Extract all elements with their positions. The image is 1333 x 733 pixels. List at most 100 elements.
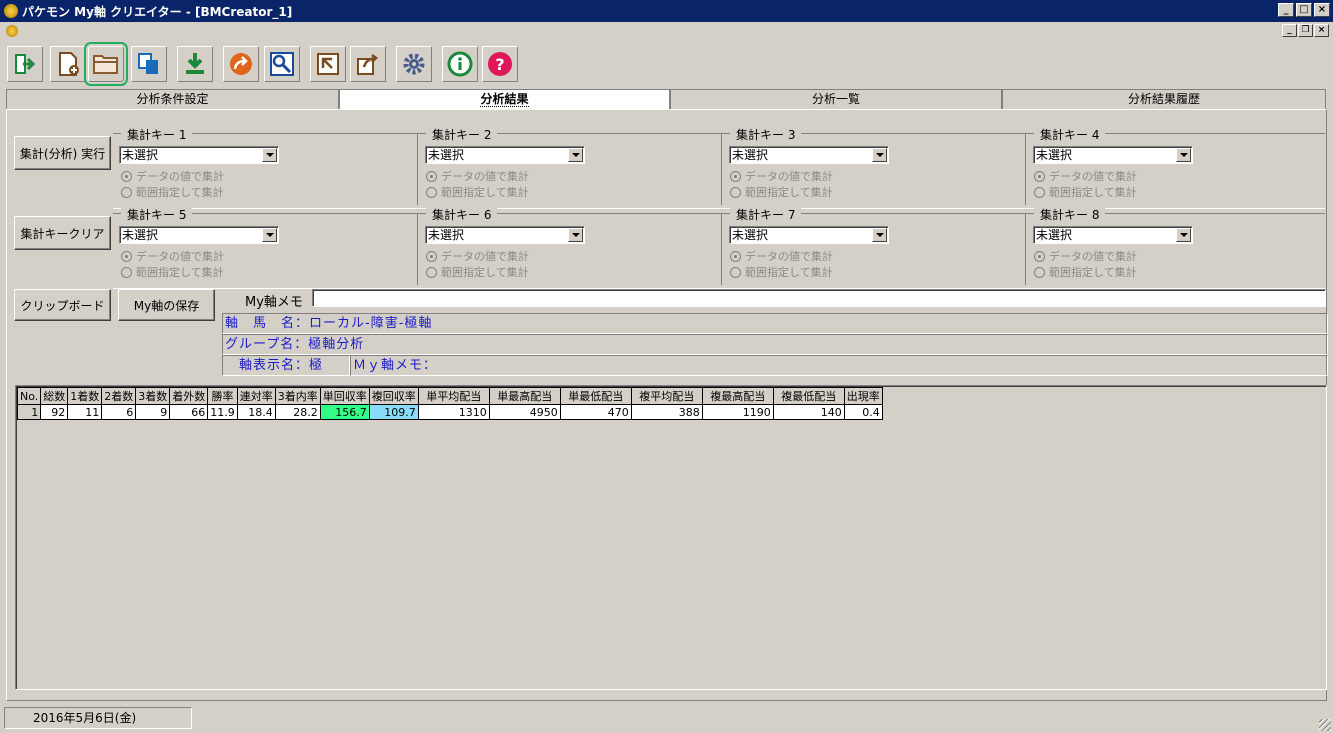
col-header[interactable]: 単最高配当 [488,387,561,405]
key-select-5[interactable]: 未選択 [119,226,279,244]
col-header[interactable]: 複平均配当 [630,387,703,405]
cell-total: 92 [40,404,69,420]
chevron-down-icon[interactable] [262,148,277,162]
chevron-down-icon[interactable] [872,148,887,162]
chevron-down-icon[interactable] [568,148,583,162]
key-select-7[interactable]: 未選択 [729,226,889,244]
child-minimize-button[interactable]: _ [1282,24,1297,37]
table-row[interactable]: 1 92 11 6 9 66 11.9 18.4 28.2 156.7 109.… [16,404,883,420]
col-header[interactable]: 1着数 [67,387,103,405]
run-analysis-button[interactable]: 集計(分析) 実行 [14,136,111,170]
cell-place-avg: 388 [630,404,703,420]
copy-button[interactable] [131,46,167,82]
radio-by-value[interactable]: データの値で集計 [426,248,529,264]
help-button[interactable]: ? [482,46,518,82]
display-name-row: 軸表示名：極 [222,355,350,376]
download-button[interactable] [177,46,213,82]
radio-by-range[interactable]: 範囲指定して集計 [426,184,529,200]
arrow-circle-icon [230,53,252,75]
col-header[interactable]: 2着数 [101,387,137,405]
forward-button[interactable] [223,46,259,82]
mdi-child-icon[interactable] [6,25,18,37]
chevron-down-icon[interactable] [1176,228,1191,242]
key-group-8: 集計キー 8 未選択 データの値で集計 範囲指定して集計 [1025,206,1325,285]
col-header[interactable]: 勝率 [207,387,238,405]
radio-by-value[interactable]: データの値で集計 [730,168,833,184]
col-header[interactable]: 3着数 [135,387,171,405]
clipboard-button[interactable]: クリップボード [14,289,111,321]
settings-button[interactable] [396,46,432,82]
svg-text:?: ? [495,55,504,74]
col-header[interactable]: 3着内率 [274,387,321,405]
chevron-down-icon[interactable] [1176,148,1191,162]
cell-top3-rate: 28.2 [274,404,321,420]
key-select-6[interactable]: 未選択 [425,226,585,244]
close-button[interactable]: × [1314,3,1330,17]
radio-by-range[interactable]: 範囲指定して集計 [426,264,529,280]
key-select-3[interactable]: 未選択 [729,146,889,164]
chevron-down-icon[interactable] [568,228,583,242]
col-header[interactable]: 単回収率 [319,387,370,405]
col-header[interactable]: 総数 [40,387,69,405]
minimize-button[interactable]: _ [1278,3,1294,17]
export-button[interactable] [350,46,386,82]
col-header[interactable]: 連対率 [236,387,276,405]
info-button[interactable] [442,46,478,82]
chevron-down-icon[interactable] [872,228,887,242]
tab-analysis-list[interactable]: 分析一覧 [670,89,1002,109]
col-header[interactable]: 出現率 [843,387,883,405]
export-icon [357,54,378,75]
radio-by-value[interactable]: データの値で集計 [1034,168,1137,184]
radio-by-value[interactable]: データの値で集計 [730,248,833,264]
memo-input[interactable] [312,289,1326,307]
radio-by-value[interactable]: データの値で集計 [121,248,224,264]
col-header[interactable]: 着外数 [169,387,209,405]
exit-button[interactable] [7,46,43,82]
key-title: 集計キー 6 [426,206,498,223]
tab-analysis-results[interactable]: 分析結果 [339,89,670,110]
radio-by-range[interactable]: 範囲指定して集計 [121,264,224,280]
radio-by-range[interactable]: 範囲指定して集計 [730,184,833,200]
open-folder-button[interactable] [84,42,128,86]
radio-dot-icon [121,170,132,182]
radio-by-range[interactable]: 範囲指定して集計 [1034,264,1137,280]
resize-grip-icon[interactable] [1319,719,1331,731]
results-panel: 集計(分析) 実行 集計キークリア 集計キー 1 未選択 データの値で集計 範囲… [6,109,1328,701]
radio-by-range[interactable]: 範囲指定して集計 [121,184,224,200]
col-header[interactable]: 単平均配当 [417,387,490,405]
radio-by-value[interactable]: データの値で集計 [426,168,529,184]
col-header[interactable]: 複最低配当 [772,387,845,405]
new-file-button[interactable] [50,46,86,82]
tab-results-history[interactable]: 分析結果履歴 [1002,89,1326,109]
col-header[interactable]: 単最低配当 [559,387,632,405]
search-icon [270,52,294,76]
col-header[interactable]: 複回収率 [368,387,419,405]
key-select-2[interactable]: 未選択 [425,146,585,164]
save-axis-button[interactable]: My軸の保存 [118,289,215,321]
child-restore-button[interactable]: ❐ [1298,24,1313,37]
status-date: 2016年5月6日(金) [4,707,192,729]
key-select-8[interactable]: 未選択 [1033,226,1193,244]
radio-by-value[interactable]: データの値で集計 [121,168,224,184]
import-button[interactable] [310,46,346,82]
col-header[interactable]: 複最高配当 [701,387,774,405]
chevron-down-icon[interactable] [262,228,277,242]
key-group-3: 集計キー 3 未選択 データの値で集計 範囲指定して集計 [721,126,1021,205]
radio-dot-icon [730,170,741,182]
radio-by-range[interactable]: 範囲指定して集計 [730,264,833,280]
key-select-1[interactable]: 未選択 [119,146,279,164]
col-header[interactable]: No. [16,387,42,405]
results-grid[interactable]: No. 総数 1着数 2着数 3着数 着外数 勝率 連対率 3着内率 単回収率 … [15,385,1327,690]
key-title: 集計キー 2 [426,126,498,143]
key-select-4[interactable]: 未選択 [1033,146,1193,164]
radio-by-value[interactable]: データの値で集計 [1034,248,1137,264]
child-close-button[interactable]: × [1314,24,1329,37]
key-title: 集計キー 1 [121,126,193,143]
search-button[interactable] [264,46,300,82]
radio-dot-icon [1034,266,1045,278]
maximize-button[interactable]: □ [1296,3,1312,17]
radio-by-range[interactable]: 範囲指定して集計 [1034,184,1137,200]
tab-condition-settings[interactable]: 分析条件設定 [6,89,339,109]
clear-keys-button[interactable]: 集計キークリア [14,216,111,250]
radio-dot-icon [426,170,437,182]
